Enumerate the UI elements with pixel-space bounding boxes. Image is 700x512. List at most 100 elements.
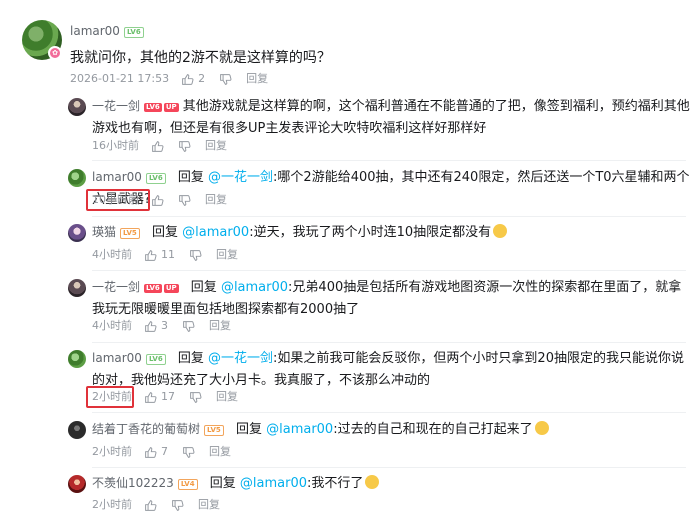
username-link[interactable]: lamar00: [70, 24, 120, 38]
dislike-button[interactable]: [178, 194, 191, 207]
reply-item: 不羡仙102223 LV4 回复 @lamar00:我不行了: [92, 472, 690, 495]
dislike-button[interactable]: [219, 73, 232, 86]
level-badge: LV6: [145, 354, 166, 365]
like-count: 11: [161, 248, 175, 261]
reply-username[interactable]: 一花一剑: [92, 99, 140, 113]
divider: [92, 342, 686, 343]
reply-button[interactable]: 回复: [216, 389, 238, 405]
reply-prefix: 回复: [177, 170, 204, 185]
dislike-button[interactable]: [171, 499, 184, 512]
avatar[interactable]: [68, 98, 86, 116]
comment-meta: 2小时前 回复: [92, 497, 220, 512]
reply-button[interactable]: 回复: [205, 138, 227, 154]
divider: [92, 467, 686, 468]
reply-username[interactable]: lamar00: [92, 351, 142, 365]
dislike-button[interactable]: [182, 446, 195, 459]
like-button[interactable]: [144, 499, 157, 512]
timestamp: 2小时前: [92, 445, 132, 458]
avatar[interactable]: [68, 421, 86, 439]
like-count: 7: [161, 445, 168, 458]
reply-username[interactable]: 一花一剑: [92, 280, 140, 294]
emoji-icon: [493, 224, 508, 238]
mention-link[interactable]: @一花一剑: [208, 351, 273, 366]
timestamp: 2小时前: [92, 498, 132, 511]
timestamp: 16小时前: [92, 139, 139, 152]
mention-link[interactable]: @lamar00: [240, 476, 307, 491]
reply-text: :兄弟400抽是包括所有游戏地图资源一次性的探索都在里面了，就拿我玩无限暖暖里面…: [92, 280, 682, 317]
reply-text: :过去的自己和现在的自己打起来了: [333, 422, 533, 437]
comment-meta: 2小时前 17 回复: [92, 389, 238, 405]
mention-link[interactable]: @lamar00: [221, 280, 288, 295]
up-badge: UP: [163, 284, 179, 293]
timestamp: 2026-01-21 17:53: [70, 72, 170, 85]
reply-button[interactable]: 回复: [209, 444, 231, 460]
reply-prefix: 回复: [235, 422, 262, 437]
dislike-button[interactable]: [189, 249, 202, 262]
comment-meta: 16小时前 回复: [92, 138, 227, 154]
mention-link[interactable]: @一花一剑: [208, 170, 273, 185]
reply-username[interactable]: lamar00: [92, 170, 142, 184]
thumbs-down-icon: [190, 249, 202, 261]
like-button[interactable]: [151, 194, 164, 207]
reply-prefix: 回复: [190, 280, 217, 295]
thumbs-up-icon: [145, 320, 157, 332]
like-button[interactable]: 11: [144, 247, 175, 263]
dislike-button[interactable]: [182, 320, 195, 333]
timestamp: 2小时前: [92, 390, 132, 403]
thumbs-up-icon: [182, 73, 194, 85]
thumbs-up-icon: [145, 249, 157, 261]
comment-meta: 4小时前 3 回复: [92, 318, 231, 334]
reply-prefix: 回复: [151, 225, 178, 240]
reply-item: lamar00 LV6 回复 @一花一剑:如果之前我可能会反驳你，但两个小时只拿到…: [92, 347, 690, 392]
emoji-icon: [534, 421, 549, 435]
like-button[interactable]: 7: [144, 444, 168, 460]
like-button[interactable]: 17: [144, 389, 175, 405]
thumbs-down-icon: [190, 391, 202, 403]
reply-text: 其他游戏就是这样算的啊，这个福利普通在不能普通的了把，像签到福利，预约福利其他游…: [92, 99, 690, 136]
thumbs-down-icon: [179, 194, 191, 206]
mention-link[interactable]: @lamar00: [182, 225, 249, 240]
reply-username[interactable]: 不羡仙102223: [92, 476, 174, 490]
reply-button[interactable]: 回复: [198, 497, 220, 512]
comment-meta: 10小时前 回复: [92, 192, 227, 208]
reply-button[interactable]: 回复: [246, 71, 268, 87]
like-button[interactable]: 3: [144, 318, 168, 334]
thumbs-up-icon: [145, 499, 157, 511]
like-count: 3: [161, 319, 168, 332]
comment-text: 我就问你，其他的2游不就是这样算的吗？: [70, 50, 331, 66]
reply-item: 瑛猫 LV5 回复 @lamar00:逆天，我玩了两个小时连10抽限定都没有: [92, 221, 690, 244]
emoji-icon: [365, 475, 380, 489]
avatar[interactable]: [68, 224, 86, 242]
divider: [92, 270, 686, 271]
reply-username[interactable]: 结着丁香花的葡萄树: [92, 422, 200, 436]
root-username[interactable]: lamar00 LV6: [70, 24, 144, 38]
reply-button[interactable]: 回复: [209, 318, 231, 334]
like-button[interactable]: [151, 140, 164, 153]
like-count: 17: [161, 390, 175, 403]
thumbs-down-icon: [220, 73, 232, 85]
thumbs-down-icon: [183, 446, 195, 458]
avatar[interactable]: [68, 350, 86, 368]
comment-meta: 2小时前 7 回复: [92, 444, 231, 460]
reply-button[interactable]: 回复: [205, 192, 227, 208]
avatar[interactable]: [68, 279, 86, 297]
thumbs-up-icon: [152, 194, 164, 206]
level-badge: LV6: [144, 103, 162, 112]
timestamp: 4小时前: [92, 248, 132, 261]
level-badge: LV5: [120, 228, 140, 239]
comment-meta: 4小时前 11 回复: [92, 247, 238, 263]
timestamp: 4小时前: [92, 319, 132, 332]
thumbs-down-icon: [179, 140, 191, 152]
reply-prefix: 回复: [209, 476, 236, 491]
avatar[interactable]: [68, 169, 86, 187]
dislike-button[interactable]: [178, 140, 191, 153]
reply-username[interactable]: 瑛猫: [92, 225, 116, 239]
mention-link[interactable]: @lamar00: [266, 422, 333, 437]
like-button[interactable]: 2: [181, 71, 205, 87]
dislike-button[interactable]: [189, 391, 202, 404]
reply-text: :我不行了: [307, 476, 364, 491]
reply-button[interactable]: 回复: [216, 247, 238, 263]
verified-badge-icon: ✿: [48, 46, 62, 60]
thumbs-down-icon: [172, 499, 184, 511]
avatar[interactable]: [68, 475, 86, 493]
